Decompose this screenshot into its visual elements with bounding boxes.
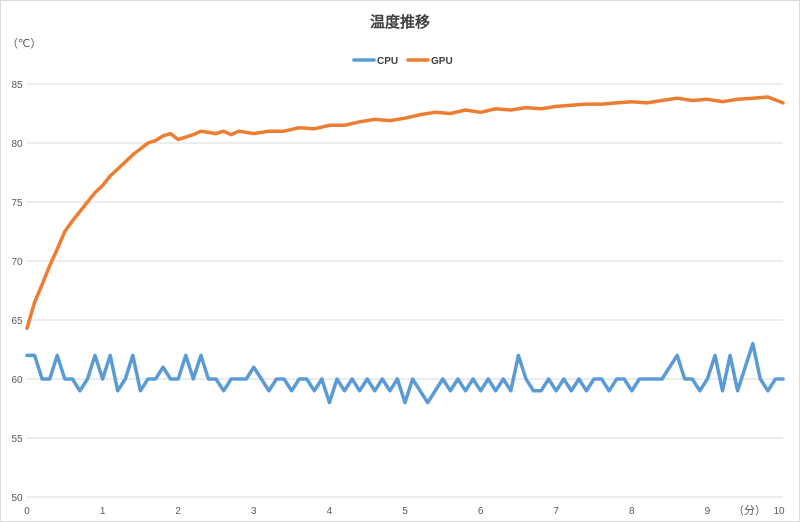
- y-tick-label: 60: [11, 375, 23, 386]
- y-tick-label: 70: [11, 257, 23, 268]
- y-tick-label: 55: [11, 434, 23, 445]
- x-axis-ticks: 0 1 2 3 4 5 6 7 8 9 10: [24, 506, 785, 517]
- y-tick-label: 80: [11, 139, 23, 150]
- x-tick-label: 5: [402, 506, 408, 517]
- x-tick-label: 1: [100, 506, 106, 517]
- series-points-gpu: [26, 96, 784, 329]
- x-tick-label: 6: [478, 506, 484, 517]
- chart-title: 温度推移: [370, 13, 430, 31]
- x-tick-label: 10: [773, 506, 785, 517]
- legend-label-gpu: GPU: [431, 56, 453, 67]
- x-tick-label: 3: [251, 506, 257, 517]
- y-tick-label: 85: [11, 80, 23, 91]
- y-axis-ticks: 50 55 60 65 70 75 80 85: [11, 80, 23, 504]
- x-tick-label: 2: [175, 506, 181, 517]
- x-tick-label: 7: [553, 506, 559, 517]
- y-axis-unit: （℃）: [7, 37, 41, 50]
- series-points-cpu: [26, 343, 784, 404]
- chart-legend: CPU GPU: [352, 56, 453, 67]
- x-axis-unit: （分）: [733, 504, 766, 517]
- x-tick-label: 9: [705, 506, 711, 517]
- series-line-gpu: [25, 95, 785, 331]
- x-tick-label: 8: [629, 506, 635, 517]
- series-layer: [25, 95, 785, 405]
- chart-container: 温度推移 （℃） （分） CPU GPU 50 55 60 65 70 75 80 85 012…: [0, 0, 800, 522]
- y-tick-label: 75: [11, 198, 23, 209]
- y-tick-label: 65: [11, 316, 23, 327]
- gridlines: [27, 83, 783, 498]
- y-tick-label: 50: [11, 493, 23, 504]
- x-tick-label: 0: [24, 506, 30, 517]
- series-line-cpu: [25, 341, 785, 405]
- x-tick-label: 4: [327, 506, 333, 517]
- line-chart: 温度推移 （℃） （分） CPU GPU 5055606570758085 012…: [7, 13, 785, 517]
- legend-label-cpu: CPU: [377, 56, 398, 67]
